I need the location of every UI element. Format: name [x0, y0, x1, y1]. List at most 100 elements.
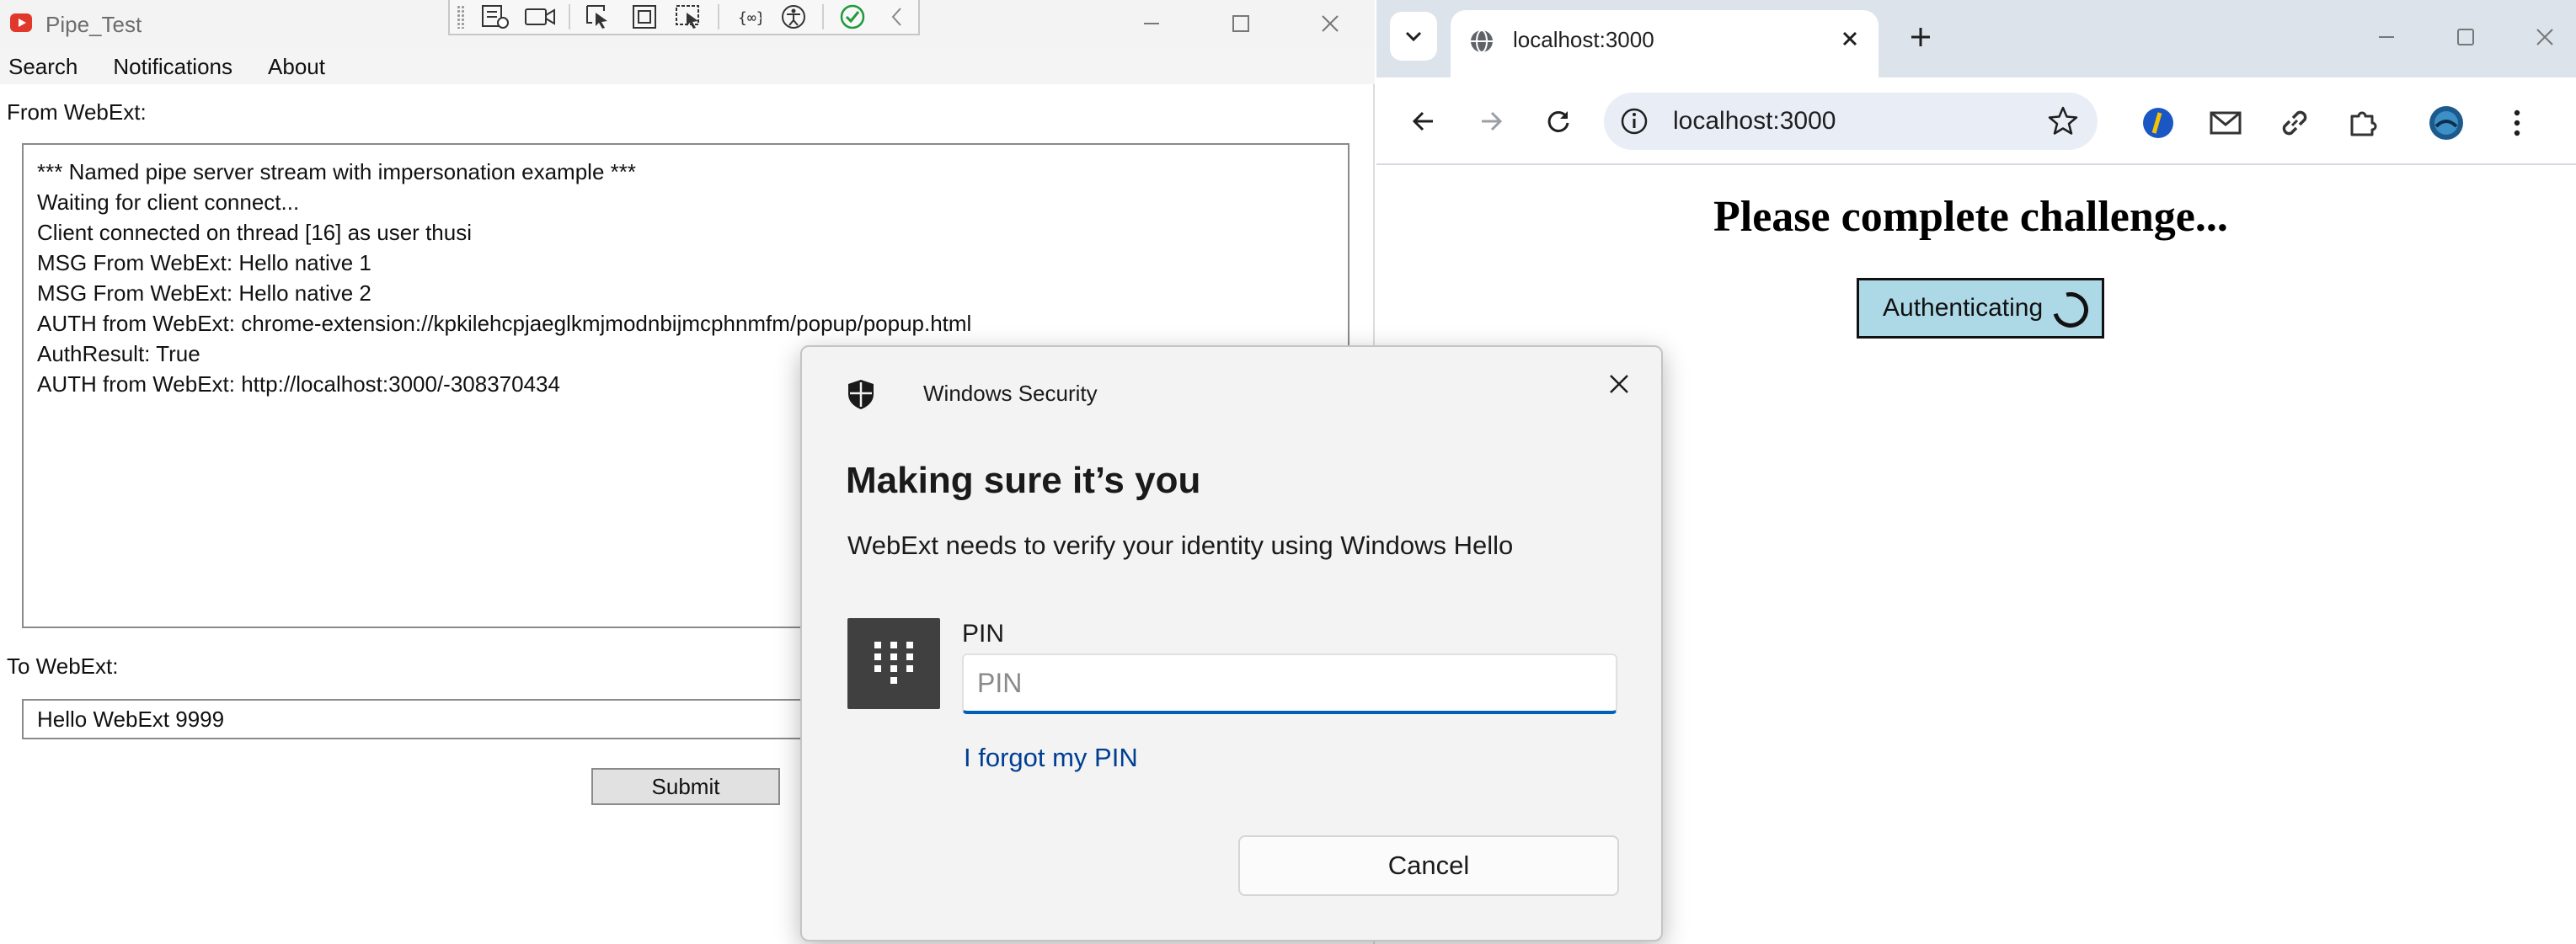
select-element-button[interactable] — [579, 1, 620, 33]
live-visual-tree-button[interactable] — [474, 1, 516, 33]
toolbar-separator — [822, 4, 824, 29]
visual-tree-icon — [481, 5, 509, 29]
link-icon — [2282, 110, 2307, 136]
tab-search-button[interactable] — [1390, 12, 1437, 61]
authenticating-button[interactable]: Authenticating — [1857, 278, 2104, 339]
browser-toolbar: localhost:3000 — [1376, 77, 2576, 165]
plus-icon — [1911, 28, 1930, 46]
braces-icon: {∞} — [738, 9, 762, 27]
puzzle-piece-icon — [2350, 111, 2377, 136]
output-line: MSG From WebExt: Hello native 2 — [37, 280, 371, 306]
close-icon — [1610, 375, 1628, 393]
svg-text:{∞}: {∞} — [738, 9, 762, 27]
check-circle-icon — [841, 4, 865, 29]
display-layout-adorners-button[interactable] — [623, 1, 665, 33]
tab-close-button[interactable] — [1836, 25, 1863, 52]
menu-about[interactable]: About — [268, 54, 325, 80]
maximize-icon — [2457, 29, 2474, 45]
maximize-button[interactable] — [1221, 5, 1260, 42]
submit-button[interactable]: Submit — [591, 768, 780, 805]
tab-strip: localhost:3000 — [1376, 0, 2576, 77]
window-title: Pipe_Test — [45, 12, 142, 37]
keypad-icon — [847, 618, 940, 709]
forward-button[interactable] — [1469, 99, 1513, 143]
maximize-icon — [1232, 15, 1249, 32]
reload-button[interactable] — [1537, 99, 1580, 143]
globe-icon — [1471, 29, 1493, 53]
menu-search[interactable]: Search — [8, 54, 77, 80]
dialog-app-name: Windows Security — [923, 381, 1098, 406]
extension-mail-button[interactable] — [2205, 103, 2246, 143]
new-tab-button[interactable] — [1900, 17, 1941, 57]
output-line: *** Named pipe server stream with impers… — [37, 159, 636, 184]
dialog-heading: Making sure it’s you — [846, 460, 1201, 501]
reload-icon — [1547, 110, 1569, 132]
arrow-right-icon — [1482, 111, 1503, 131]
extensions-menu-button[interactable] — [2344, 103, 2384, 143]
hot-reload-status-button[interactable] — [832, 1, 874, 33]
menu-bar: Search Notifications About — [0, 49, 1375, 84]
to-webext-label: To WebExt: — [7, 653, 119, 679]
avatar — [2429, 106, 2463, 140]
tab-localhost[interactable]: localhost:3000 — [1451, 10, 1879, 77]
cancel-button[interactable]: Cancel — [1238, 835, 1619, 896]
output-line: Waiting for client connect... — [37, 189, 300, 215]
minimize-icon — [2379, 36, 2394, 38]
output-line: AUTH from WebExt: chrome-extension://kpk… — [37, 311, 972, 336]
close-icon — [2536, 29, 2553, 45]
authenticating-label: Authenticating — [1883, 294, 2044, 322]
chrome-minimize-button[interactable] — [2367, 19, 2406, 56]
arrow-left-icon — [1412, 111, 1433, 131]
from-webext-label: From WebExt: — [7, 99, 147, 125]
star-icon[interactable] — [2047, 104, 2079, 136]
extension-link-button[interactable] — [2274, 103, 2315, 143]
chrome-menu-button[interactable] — [2497, 103, 2537, 143]
site-info-icon — [1621, 108, 1648, 135]
back-button[interactable] — [1402, 99, 1446, 143]
loading-spinner-icon — [2046, 285, 2095, 334]
page-heading: Please complete challenge... — [1713, 193, 2228, 241]
dialog-close-button[interactable] — [1602, 367, 1636, 401]
shield-icon — [848, 380, 874, 409]
video-camera-icon — [524, 8, 555, 25]
mail-icon — [2210, 111, 2242, 135]
minimize-icon — [1144, 23, 1159, 24]
select-element-icon — [585, 5, 607, 29]
menu-notifications[interactable]: Notifications — [113, 54, 232, 80]
chevron-left-icon — [892, 8, 902, 26]
xaml-debug-toolbar: {∞} — [448, 0, 920, 35]
accessibility-icon — [781, 5, 805, 29]
address-text: localhost:3000 — [1673, 107, 1836, 135]
chrome-maximize-button[interactable] — [2446, 19, 2485, 56]
track-focus-icon — [675, 5, 699, 29]
forgot-pin-link[interactable]: I forgot my PIN — [964, 743, 1138, 773]
more-vertical-icon — [2514, 109, 2520, 136]
pin-input[interactable] — [962, 653, 1617, 714]
minimize-button[interactable] — [1132, 5, 1171, 42]
output-line: MSG From WebExt: Hello native 1 — [37, 250, 371, 275]
track-focus-button[interactable] — [668, 1, 709, 33]
dialog-description: WebExt needs to verify your identity usi… — [847, 531, 1514, 560]
toolbar-grip[interactable] — [457, 5, 465, 29]
windows-security-dialog: Windows Security Making sure it’s you We… — [800, 345, 1663, 941]
webext-extension-icon — [2143, 108, 2173, 138]
extension-webext-button[interactable] — [2138, 103, 2178, 143]
profile-button[interactable] — [2426, 103, 2466, 143]
toolbar-separator — [718, 4, 720, 29]
tab-title: localhost:3000 — [1513, 27, 1654, 52]
pin-label: PIN — [962, 620, 1005, 648]
pin-keypad-glyph — [874, 642, 913, 684]
close-button[interactable] — [1311, 5, 1349, 42]
app-icon — [10, 13, 32, 32]
chrome-close-button[interactable] — [2525, 19, 2564, 56]
chevron-down-icon — [1405, 31, 1422, 42]
record-button[interactable] — [519, 1, 560, 33]
binding-failures-button[interactable]: {∞} — [728, 1, 769, 33]
accessibility-button[interactable] — [772, 1, 814, 33]
layout-adorner-icon — [632, 5, 656, 29]
output-line: Client connected on thread [16] as user … — [37, 220, 472, 245]
toolbar-separator — [569, 4, 571, 29]
address-bar[interactable]: localhost:3000 — [1604, 93, 2098, 150]
close-icon — [1842, 31, 1857, 46]
collapse-toolbar-button[interactable] — [877, 1, 918, 33]
